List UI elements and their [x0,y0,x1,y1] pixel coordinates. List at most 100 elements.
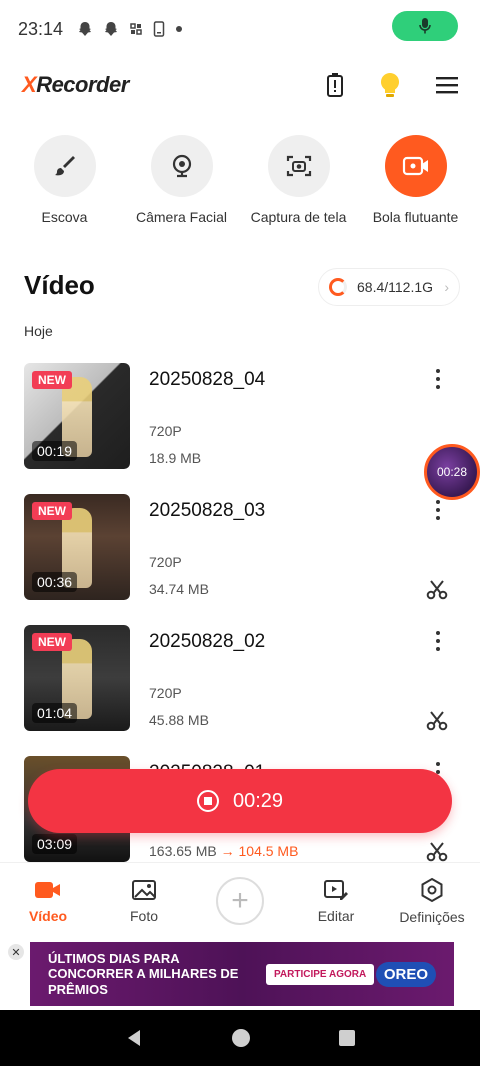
video-resolution: 720P [149,554,182,570]
ad-brand-logo: OREO [375,961,436,987]
bottom-navigation: Vídeo Foto + Editar Definições [0,862,480,938]
scissors-icon[interactable] [426,578,448,600]
tool-facecam-label: Câmera Facial [135,209,228,225]
close-icon[interactable]: ✕ [8,944,24,960]
video-list-item[interactable]: NEW 00:36 20250828_03 720P 34.74 MB [24,494,460,600]
nav-settings-label: Definições [399,908,465,925]
tool-floating-ball-label: Bola flutuante [372,209,459,225]
ad-text: ÚLTIMOS DIAS PARA CONCORRER A MILHARES D… [48,950,239,997]
video-size: 163.65 MB → 104.5 MB [149,843,298,859]
nav-video-label: Vídeo [28,907,68,924]
video-resolution: 720P [149,685,182,701]
snapchat-notification-icon [105,22,118,36]
nav-add[interactable]: + [200,876,280,925]
video-thumbnail[interactable]: NEW 00:19 [24,363,130,469]
recents-icon[interactable] [338,1029,356,1047]
logo-text: Recorder [36,72,129,97]
app-notification-icon [130,23,142,35]
floating-ball-time: 00:28 [436,465,468,479]
snapchat-notification-icon [79,22,92,36]
nav-photo-label: Foto [129,907,158,924]
microphone-icon [419,18,431,34]
date-group-label: Hoje [24,323,53,339]
nav-video[interactable]: Vídeo [8,878,88,924]
compressed-size: 104.5 MB [238,843,299,859]
tool-brush[interactable]: Escova [7,135,122,225]
scissors-icon[interactable] [426,709,448,731]
ad-banner[interactable]: ÚLTIMOS DIAS PARA CONCORRER A MILHARES D… [30,942,454,1006]
floating-record-ball[interactable]: 00:28 [424,444,480,500]
video-list-item[interactable]: NEW 01:04 20250828_02 720P 45.88 MB [24,625,460,731]
settings-icon [421,877,443,902]
tool-brush-label: Escova [41,209,88,225]
logo-accent: X [22,72,37,97]
video-thumbnail[interactable]: NEW 01:04 [24,625,130,731]
status-icons [77,21,183,37]
nav-settings[interactable]: Definições [392,877,472,925]
storage-ring-icon [329,278,347,296]
tool-floating-ball-circle[interactable] [384,135,447,197]
status-bar: 23:14 [0,0,480,58]
section-title: Vídeo [24,270,95,300]
header-actions [326,71,458,99]
quick-tools: Escova Câmera Facial Captura de tela Bol… [0,135,480,225]
more-options-icon[interactable] [430,369,446,389]
webcam-icon [172,154,191,178]
status-time: 23:14 [18,18,64,39]
more-notifications-dot-icon [176,26,183,32]
chevron-right-icon: › [444,279,449,295]
nav-photo[interactable]: Foto [104,878,184,924]
home-icon[interactable] [231,1028,251,1048]
video-name: 20250828_04 [149,369,266,390]
video-list-item[interactable]: NEW 00:19 20250828_04 720P 18.9 MB [24,363,460,469]
tool-screenshot-label: Captura de tela [250,209,347,225]
scissors-icon[interactable] [426,840,448,862]
recording-elapsed-time: 00:29 [232,789,284,812]
tool-facecam[interactable]: Câmera Facial [124,135,239,225]
new-badge: NEW [32,502,72,520]
edit-icon [324,879,348,900]
storage-text: 68.4/112.1G [357,279,434,295]
app-logo: XRecorder [22,72,129,98]
nav-edit[interactable]: Editar [296,878,376,924]
duration-badge: 03:09 [32,834,78,854]
video-name: 20250828_02 [149,631,266,652]
stop-recording-button[interactable]: 00:29 [28,769,452,833]
tool-facecam-circle[interactable] [150,135,213,197]
battery-alert-icon[interactable] [326,72,344,98]
video-thumbnail[interactable]: NEW 00:36 [24,494,130,600]
system-navigation-bar [0,1010,480,1066]
ad-cta-button[interactable]: PARTICIPE AGORA [266,963,375,985]
app-screen: 23:14 XRecorder Escova Câmera Facial Cap… [0,0,480,1066]
ad-area: ✕ ÚLTIMOS DIAS PARA CONCORRER A MILHARES… [0,938,480,1010]
tool-floating-ball[interactable]: Bola flutuante [358,135,473,225]
plus-icon[interactable]: + [216,876,264,925]
video-size: 18.9 MB [149,450,202,466]
screenshot-icon [286,155,311,177]
size-arrow: → [220,843,235,859]
photo-icon [132,879,156,900]
original-size: 163.65 MB [149,843,217,859]
video-name: 20250828_03 [149,500,266,521]
more-options-icon[interactable] [430,500,446,520]
duration-badge: 00:19 [32,441,78,461]
app-header: XRecorder [0,62,480,108]
stop-icon [196,790,219,812]
float-video-icon [402,156,428,176]
more-options-icon[interactable] [430,631,446,651]
tool-screenshot-circle[interactable] [267,135,330,197]
duration-badge: 01:04 [32,703,78,723]
video-size: 45.88 MB [149,712,209,728]
nav-edit-label: Editar [317,907,355,924]
lightbulb-icon[interactable] [378,71,402,99]
duration-badge: 00:36 [32,572,78,592]
brush-icon [54,156,75,176]
back-icon[interactable] [124,1028,144,1048]
video-icon [35,881,60,898]
mic-active-indicator[interactable] [392,11,458,41]
new-badge: NEW [32,633,72,651]
storage-indicator[interactable]: 68.4/112.1G › [318,268,460,306]
tool-screenshot[interactable]: Captura de tela [241,135,356,225]
menu-icon[interactable] [436,76,458,94]
tool-brush-circle[interactable] [33,135,96,197]
